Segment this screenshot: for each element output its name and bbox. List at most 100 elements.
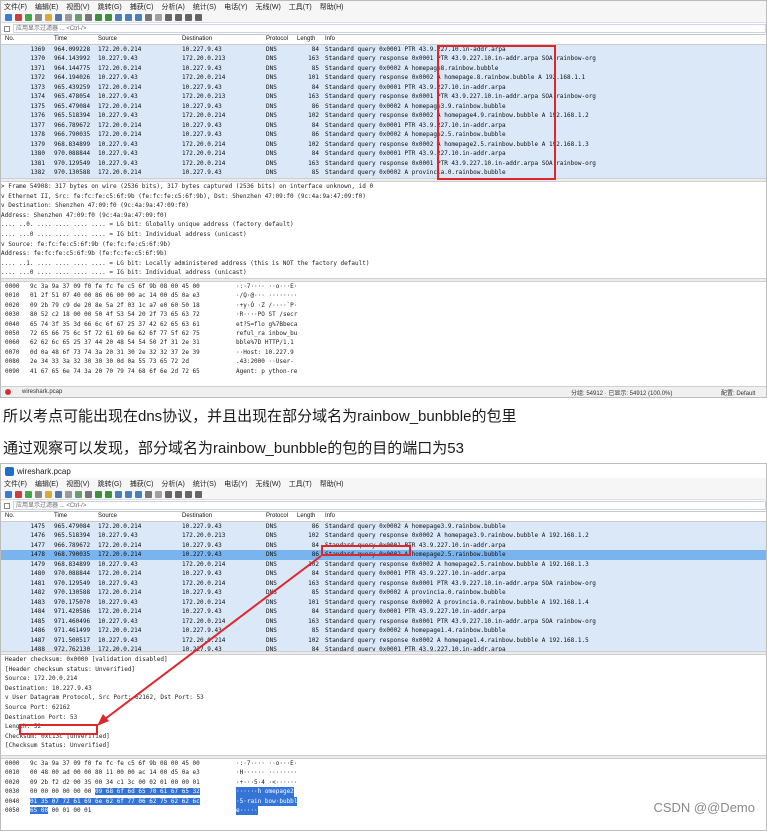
zoom-out-icon[interactable]	[175, 13, 182, 21]
packet-no: 1371	[30, 64, 45, 72]
bytes-offset: 0060	[5, 339, 20, 347]
menu-bar: 文件(F) 编辑(E) 视图(V) 跳转(G) 捕获(C) 分析(A) 统计(S) 电话(Y)…	[1, 1, 766, 12]
detail-line[interactable]: Address: fe:fc:fe:c5:6f:9b (fe:fc:fe:c5:…	[1, 249, 766, 259]
first-packet-icon[interactable]	[125, 13, 132, 21]
detail-line[interactable]: .... ...0 .... .... .... .... = IG bit: …	[1, 268, 766, 278]
bytes-offset: 0000	[5, 283, 20, 290]
packet-row[interactable]: 1369 964.099228 172.20.0.214 10.227.9.43 DNS…	[1, 44, 766, 54]
find-icon[interactable]	[85, 13, 92, 21]
packet-proto: DNS	[266, 102, 277, 110]
detail-line[interactable]: > Frame 54908: 317 bytes on wire (2536 b…	[1, 182, 766, 192]
note-line-1: 所以考点可能出现在dns协议，并且出现在部分域名为rainbow_bunbble…	[3, 408, 517, 425]
menu-item[interactable]: 视图(V)	[66, 2, 89, 12]
column-no[interactable]: No.	[5, 35, 14, 45]
menu-item[interactable]: 工具(T)	[289, 2, 312, 12]
open-file-icon[interactable]	[45, 13, 52, 21]
bytes-row[interactable]: 0070 0d 0a 48 6f 73 74 3a 20 31 30 2e 32 …	[1, 348, 766, 357]
menu-item[interactable]: 捕获(C)	[130, 2, 154, 12]
bytes-row[interactable]: 0000 9c 3a 9a 37 09 f0 fe fc fe c5 6f 9b …	[1, 282, 766, 291]
packet-proto: DNS	[266, 83, 277, 91]
column-destination[interactable]: Destination	[182, 35, 212, 45]
display-filter-input[interactable]: 应用显示过滤器 ... <Ctrl-/>	[13, 24, 766, 33]
packet-no: 1377	[30, 121, 45, 129]
menu-item[interactable]: 分析(A)	[161, 2, 184, 12]
packet-len: 163	[308, 159, 319, 167]
packet-bytes: 0000 9c 3a 9a 37 09 f0 fe fc fe c5 6f 9b …	[1, 282, 766, 378]
column-length[interactable]: Length	[297, 35, 315, 45]
bytes-row[interactable]: 0030 80 52 c2 18 00 00 50 4f 53 54 20 2f …	[1, 310, 766, 319]
detail-line[interactable]: .... ..1. .... .... .... .... = LG bit: …	[1, 259, 766, 269]
menu-item[interactable]: 统计(S)	[193, 2, 216, 12]
packet-row[interactable]: 1379 968.834899 10.227.9.43 172.20.0.214 DNS…	[1, 139, 766, 149]
last-packet-icon[interactable]	[135, 13, 142, 21]
detail-line[interactable]: v Ethernet II, Src: fe:fc:fe:c5:6f:9b (f…	[1, 192, 766, 202]
packet-src: 10.227.9.43	[98, 159, 138, 167]
restart-icon[interactable]	[25, 13, 32, 21]
packet-row[interactable]: 1378 966.790035 172.20.0.214 10.227.9.43 DNS…	[1, 130, 766, 140]
bytes-hex: 09 2b 79 c9 de 20 8e 5a 2f 03 1c a7 e0 6…	[30, 301, 200, 309]
shark-start-icon[interactable]	[5, 13, 12, 21]
bytes-row[interactable]: 0040 65 74 3f 35 3d 66 6c 6f 67 25 37 42 …	[1, 320, 766, 329]
packet-src: 172.20.0.214	[98, 121, 142, 129]
bytes-row[interactable]: 0060 62 62 6c 65 25 37 44 20 48 54 54 50 …	[1, 338, 766, 347]
packet-len: 163	[308, 55, 319, 62]
zoom-reset-icon[interactable]	[185, 13, 192, 21]
packet-proto: DNS	[266, 121, 277, 129]
packet-row[interactable]: 1373 965.439259 172.20.0.214 10.227.9.43 DNS…	[1, 82, 766, 92]
packet-src: 10.227.9.43	[98, 150, 138, 157]
menu-item[interactable]: 文件(F)	[4, 2, 27, 12]
go-forward-icon[interactable]	[105, 13, 112, 21]
bookmark-icon[interactable]	[4, 25, 10, 32]
resize-columns-icon[interactable]	[195, 13, 202, 21]
packet-dst: 10.227.9.43	[182, 102, 222, 110]
column-time[interactable]: Time	[54, 35, 67, 45]
packet-row[interactable]: 1377 966.789672 172.20.0.214 10.227.9.43 DNS…	[1, 120, 766, 130]
packet-dst: 172.20.0.213	[182, 55, 226, 62]
packet-row[interactable]: 1380 970.088844 10.227.9.43 172.20.0.214 DNS…	[1, 149, 766, 159]
bytes-row[interactable]: 0090 41 67 65 6e 74 3a 20 70 79 74 68 6f …	[1, 367, 766, 376]
stop-icon[interactable]	[15, 13, 22, 21]
packet-row[interactable]: 1374 965.478054 10.227.9.43 172.20.0.213 DNS…	[1, 92, 766, 102]
packet-row[interactable]: 1371 964.144775 172.20.0.214 10.227.9.43 DNS…	[1, 63, 766, 73]
bytes-row[interactable]: 0020 09 2b 79 c9 de 20 8e 5a 2f 03 1c a7 …	[1, 301, 766, 310]
packet-row[interactable]: 1382 970.130588 172.20.0.214 10.227.9.43 DNS…	[1, 168, 766, 178]
save-file-icon[interactable]	[55, 13, 62, 21]
bytes-row[interactable]: 0050 72 65 66 75 6c 5f 72 61 69 6e 62 6f …	[1, 329, 766, 338]
packet-row[interactable]: 1375 965.479084 172.20.0.214 10.227.9.43 DNS…	[1, 101, 766, 111]
bytes-offset: 0010	[5, 292, 20, 300]
go-back-icon[interactable]	[95, 13, 102, 21]
status-profile[interactable]: 配置: Default	[721, 388, 755, 397]
packet-row[interactable]: 1376 965.518394 10.227.9.43 172.20.0.214 DNS…	[1, 111, 766, 121]
menu-item[interactable]: 帮助(H)	[320, 2, 344, 12]
bytes-row[interactable]: 0010 01 2f 51 07 40 00 86 06 00 00 ac 14 …	[1, 291, 766, 300]
csdn-watermark: CSDN @@Demo	[653, 800, 755, 815]
column-protocol[interactable]: Protocol	[266, 35, 288, 45]
colorize-icon[interactable]	[155, 13, 162, 21]
packet-src: 10.227.9.43	[98, 112, 138, 119]
expert-info-icon[interactable]	[5, 389, 11, 395]
menu-item[interactable]: 电话(Y)	[224, 2, 247, 12]
detail-line[interactable]: v Destination: Shenzhen 47:09:f0 (9c:4a:…	[1, 201, 766, 211]
reload-icon[interactable]	[75, 13, 82, 21]
detail-line[interactable]: Address: Shenzhen 47:09:f0 (9c:4a:9a:47:…	[1, 211, 766, 221]
packet-row[interactable]: 1372 964.194026 10.227.9.43 172.20.0.214 DNS…	[1, 73, 766, 83]
menu-item[interactable]: 无线(W)	[256, 2, 281, 12]
packet-row[interactable]: 1381 970.129549 10.227.9.43 172.20.0.214 DNS…	[1, 158, 766, 168]
detail-line[interactable]: .... ...0 .... .... .... .... = IG bit: …	[1, 230, 766, 240]
go-to-packet-icon[interactable]	[115, 13, 122, 21]
column-info[interactable]: Info	[325, 35, 335, 45]
packet-row[interactable]: 1370 964.143992 10.227.9.43 172.20.0.213 DNS…	[1, 54, 766, 64]
zoom-in-icon[interactable]	[165, 13, 172, 21]
menu-item[interactable]: 跳转(G)	[98, 2, 122, 12]
detail-line[interactable]: .... ..0. .... .... .... .... = LG bit: …	[1, 220, 766, 230]
packet-no: 1375	[30, 102, 45, 110]
bytes-row[interactable]: 0080 2e 34 33 3a 32 30 30 30 0d 0a 55 73 …	[1, 357, 766, 366]
bytes-hex: 01 2f 51 07 40 00 86 06 00 00 ac 14 00 d…	[30, 292, 200, 300]
detail-line[interactable]: v Source: fe:fc:fe:c5:6f:9b (fe:fc:fe:c5…	[1, 240, 766, 250]
packet-dst: 10.227.9.43	[182, 169, 222, 176]
autoscroll-icon[interactable]	[145, 13, 152, 21]
column-source[interactable]: Source	[98, 35, 117, 45]
options-icon[interactable]	[35, 13, 42, 21]
close-file-icon[interactable]	[65, 13, 72, 21]
menu-item[interactable]: 编辑(E)	[35, 2, 58, 12]
